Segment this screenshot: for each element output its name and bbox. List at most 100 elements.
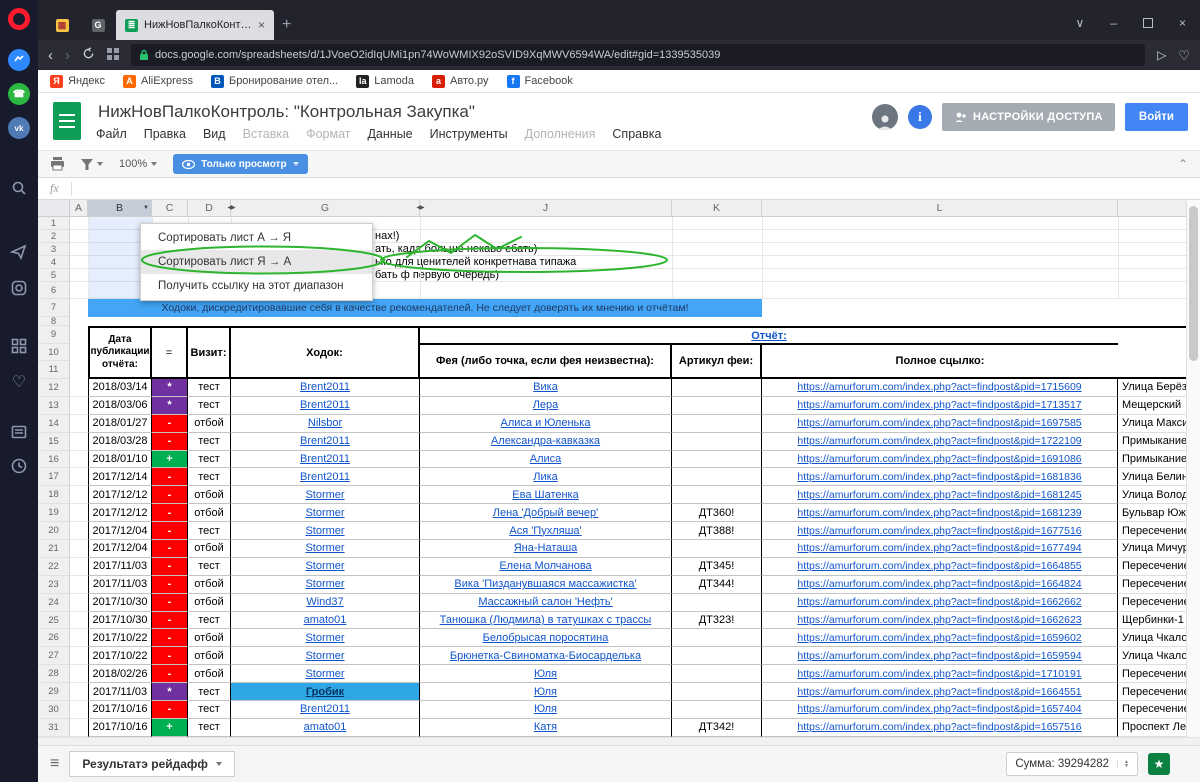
cell-hodok[interactable]: Brent2011 (231, 379, 420, 397)
horizontal-scrollbar[interactable] (38, 737, 1200, 745)
bookmark-item[interactable]: AAliExpress (123, 75, 193, 88)
anonymous-avatar[interactable] (872, 104, 898, 130)
feya-link[interactable]: Брюнетка-Свиноматка-Биосарделька (450, 650, 641, 662)
sum-spinner-icon[interactable]: ▲▼ (1117, 760, 1129, 768)
cell-hodok[interactable]: amato01 (231, 719, 420, 737)
cell-col-a[interactable] (70, 433, 88, 451)
cell-col-a[interactable] (70, 451, 88, 469)
column-header-b[interactable]: B▼ (88, 200, 152, 216)
cell-feya[interactable]: Алиса и Юленька (420, 415, 672, 433)
row-number[interactable]: 18 (38, 486, 69, 504)
header-cell-hodok[interactable]: Ходок: (231, 326, 420, 379)
menu-item[interactable]: Справка (612, 127, 661, 141)
cell-col-a[interactable] (70, 540, 88, 558)
cell-url[interactable]: https://amurforum.com/index.php?act=find… (762, 468, 1118, 486)
opera-logo-icon[interactable] (8, 8, 30, 30)
report-url-link[interactable]: https://amurforum.com/index.php?act=find… (797, 525, 1081, 537)
cell-artikul[interactable]: ДТ388! (672, 522, 762, 540)
cell-hodok[interactable]: Wind37 (231, 594, 420, 612)
hodok-link[interactable]: Brent2011 (300, 703, 350, 715)
cell-artikul[interactable] (672, 415, 762, 433)
cell-url[interactable]: https://amurforum.com/index.php?act=find… (762, 522, 1118, 540)
cell-visit[interactable]: тест (188, 451, 231, 469)
cell-visit[interactable]: отбой (188, 415, 231, 433)
row-number[interactable]: 4 (38, 256, 69, 269)
cell-mark[interactable]: - (152, 504, 188, 522)
cell-mark[interactable]: + (152, 719, 188, 737)
feya-link[interactable]: Елена Молчанова (499, 560, 591, 572)
cell-hodok[interactable]: Stormer (231, 576, 420, 594)
sum-indicator[interactable]: Сумма: 39294282 ▲▼ (1006, 752, 1138, 776)
bookmark-item[interactable]: ЯЯндекс (50, 75, 105, 88)
search-icon[interactable] (7, 176, 31, 200)
cell-feya[interactable]: Брюнетка-Свиноматка-Биосарделька (420, 647, 672, 665)
hodok-link[interactable]: Stormer (305, 650, 344, 662)
row-number[interactable]: 12 (38, 379, 69, 397)
cell-feya[interactable]: Юля (420, 683, 672, 701)
column-header-j[interactable]: J (420, 200, 672, 216)
cell-artikul[interactable] (672, 665, 762, 683)
feya-link[interactable]: Лера (533, 399, 559, 411)
access-settings-button[interactable]: НАСТРОЙКИ ДОСТУПА (942, 103, 1115, 131)
cell-col-a[interactable] (70, 558, 88, 576)
cell-col-a[interactable] (70, 468, 88, 486)
feya-link[interactable]: Яна-Наташа (514, 542, 578, 554)
hodok-link[interactable]: Brent2011 (300, 399, 350, 411)
feya-link[interactable]: Александра-кавказка (491, 435, 600, 447)
feya-link[interactable]: Вика 'Пизданувшаяся массажистка' (454, 578, 636, 590)
cell-artikul[interactable] (672, 701, 762, 719)
cell-url[interactable]: https://amurforum.com/index.php?act=find… (762, 594, 1118, 612)
zoom-select[interactable]: 100% (119, 158, 157, 170)
row-number[interactable]: 29 (38, 683, 69, 701)
history-clock-icon[interactable] (7, 454, 31, 478)
vertical-scrollbar[interactable] (1186, 200, 1200, 737)
cell-feya[interactable]: Ася 'Пухляша' (420, 522, 672, 540)
cell-mark[interactable]: - (152, 433, 188, 451)
feya-link[interactable]: Лена 'Добрый вечер' (493, 507, 598, 519)
cell-hodok[interactable]: Brent2011 (231, 451, 420, 469)
column-header-d[interactable]: D (188, 200, 231, 216)
cell-mark[interactable]: - (152, 468, 188, 486)
explore-button[interactable]: ★ (1148, 753, 1170, 775)
document-title[interactable]: НижНовПалкоКонтроль: "Контрольная Закупк… (98, 102, 475, 122)
cell-hodok[interactable]: Brent2011 (231, 701, 420, 719)
report-url-link[interactable]: https://amurforum.com/index.php?act=find… (797, 542, 1081, 554)
report-url-link[interactable]: https://amurforum.com/index.php?act=find… (797, 614, 1081, 626)
cell-url[interactable]: https://amurforum.com/index.php?act=find… (762, 504, 1118, 522)
forward-button[interactable]: › (65, 48, 70, 63)
row-number[interactable]: 20 (38, 522, 69, 540)
column-header-a[interactable]: A (70, 200, 88, 216)
feya-link[interactable]: Алиса и Юленька (501, 417, 591, 429)
cell-mark[interactable]: - (152, 629, 188, 647)
column-header-g[interactable]: G (231, 200, 420, 216)
cell-feya[interactable]: Лера (420, 397, 672, 415)
hidden-columns-marker[interactable]: ◀▶ (227, 204, 234, 211)
row-number[interactable]: 23 (38, 576, 69, 594)
cell-url[interactable]: https://amurforum.com/index.php?act=find… (762, 433, 1118, 451)
cell-artikul[interactable] (672, 379, 762, 397)
cell-feya[interactable]: Юля (420, 665, 672, 683)
news-icon[interactable] (7, 420, 31, 444)
cell-url[interactable]: https://amurforum.com/index.php?act=find… (762, 665, 1118, 683)
hodok-link[interactable]: Stormer (305, 525, 344, 537)
bookmark-heart-icon[interactable]: ♡ (1178, 49, 1190, 62)
row-number[interactable]: 10 (38, 344, 69, 361)
cell-feya[interactable]: Лена 'Добрый вечер' (420, 504, 672, 522)
cell-feya[interactable]: Александра-кавказка (420, 433, 672, 451)
feya-link[interactable]: Алиса (530, 453, 562, 465)
row-number[interactable]: 1 (38, 217, 69, 230)
cell-hodok[interactable]: Stormer (231, 504, 420, 522)
cell-feya[interactable]: Лика (420, 468, 672, 486)
row-number[interactable]: 25 (38, 612, 69, 630)
feya-link[interactable]: Ася 'Пухляша' (509, 525, 581, 537)
row-number[interactable]: 27 (38, 647, 69, 665)
cell-visit[interactable]: тест (188, 397, 231, 415)
feya-link[interactable]: Белобрысая поросятина (483, 632, 609, 644)
report-url-link[interactable]: https://amurforum.com/index.php?act=find… (797, 578, 1081, 590)
cell-col-a[interactable] (70, 647, 88, 665)
cell-artikul[interactable]: ДТ344! (672, 576, 762, 594)
header-cell-feya[interactable]: Фея (либо точка, если фея неизвестна): (420, 345, 672, 377)
cell-visit[interactable]: тест (188, 468, 231, 486)
cell-date[interactable]: 2017/12/04 (88, 522, 152, 540)
cell-date[interactable]: 2017/10/16 (88, 701, 152, 719)
